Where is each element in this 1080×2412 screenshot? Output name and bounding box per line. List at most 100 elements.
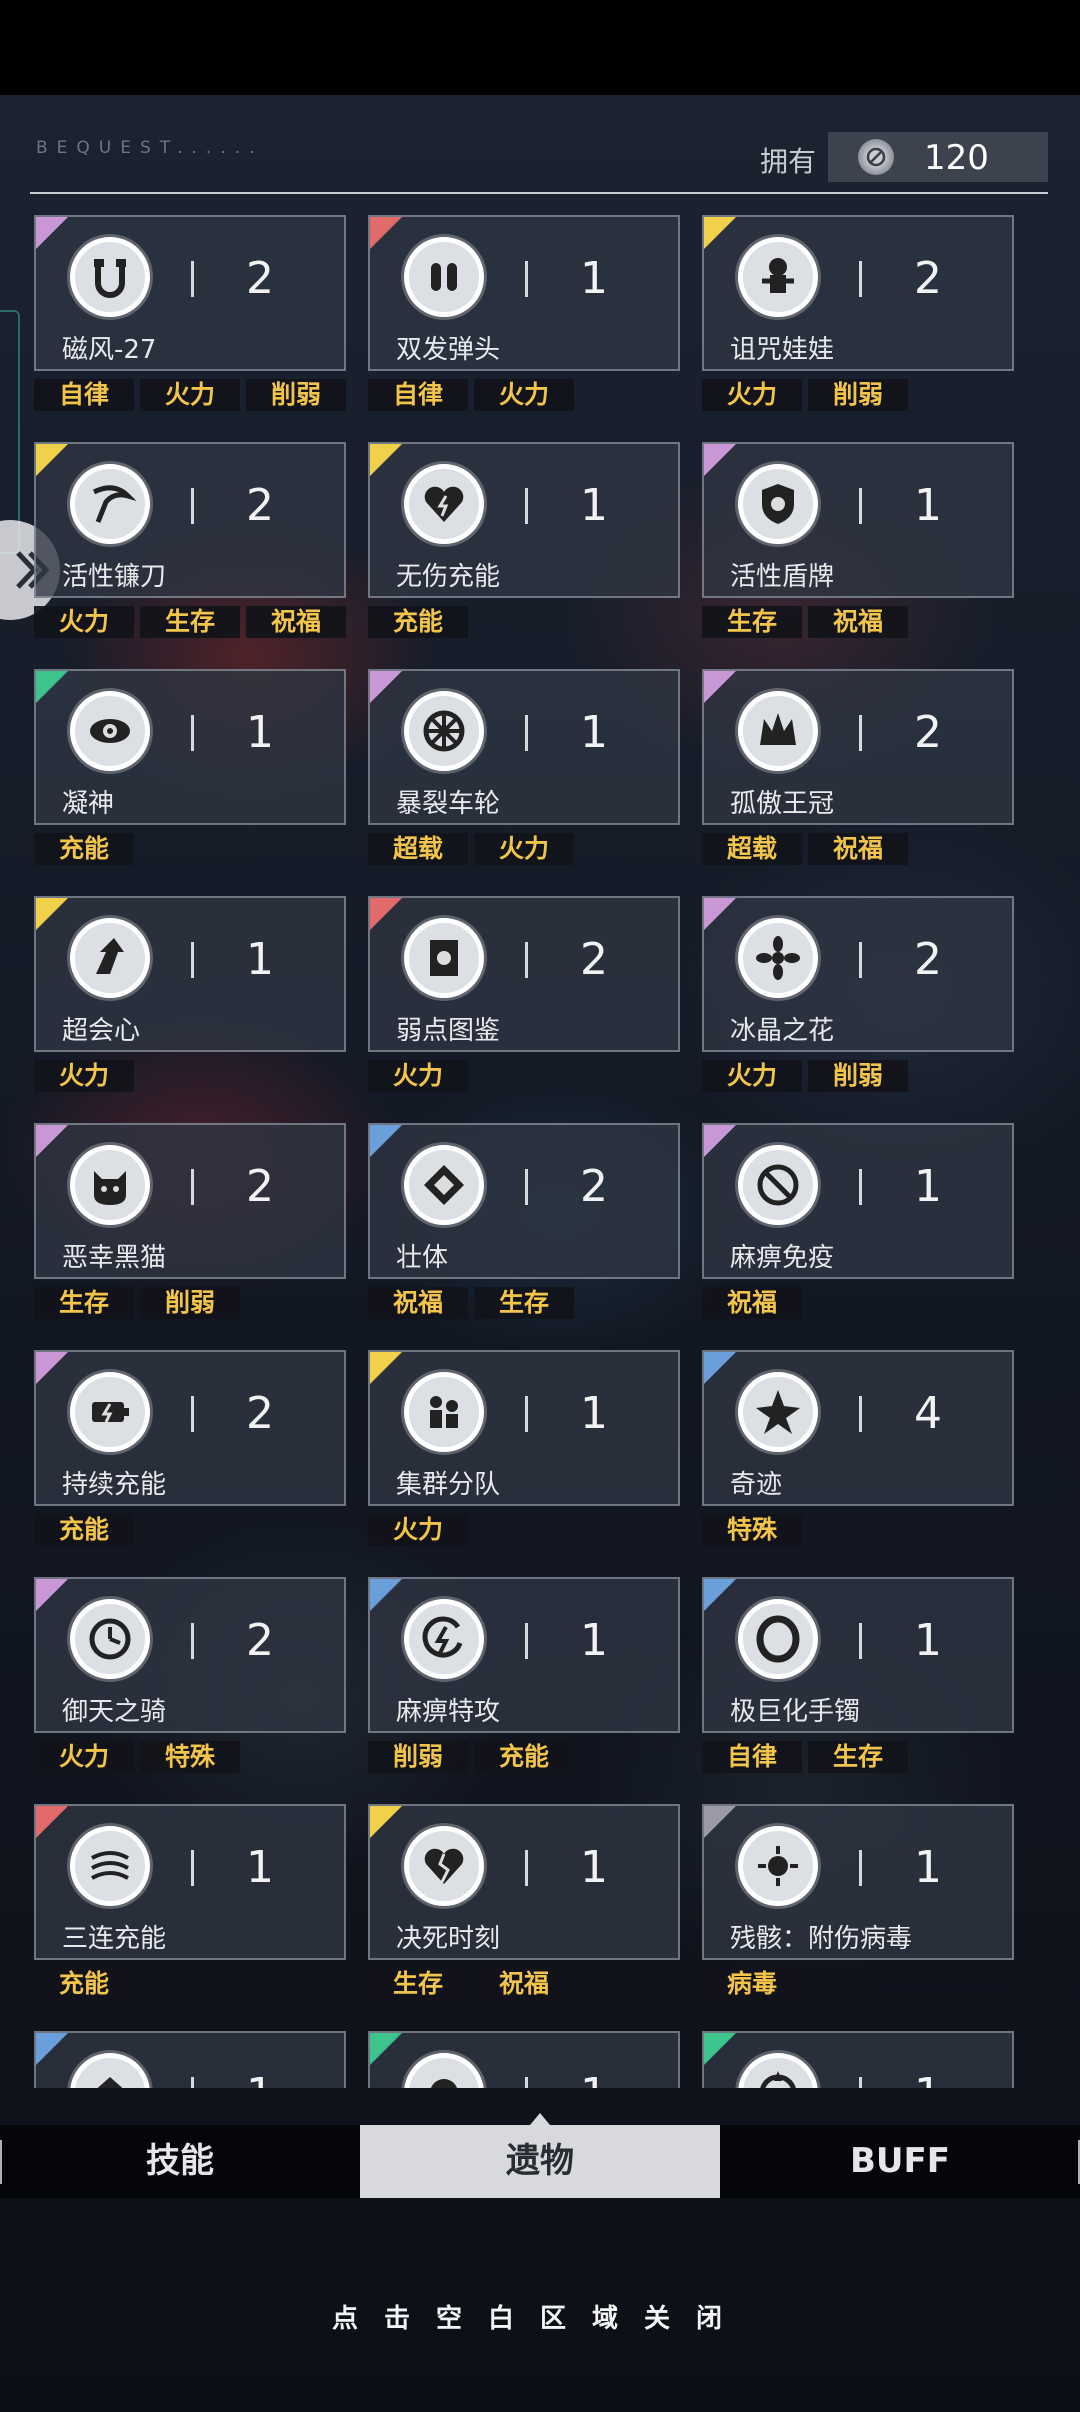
voodoo-doll-icon (738, 237, 818, 317)
relic-count: 2 (246, 1615, 274, 1666)
relic-tag: 削弱 (246, 379, 346, 411)
count-divider (525, 1169, 528, 1205)
relic-card[interactable]: 1 无伤充能 (368, 442, 680, 598)
relic-card[interactable]: 1 (34, 2031, 346, 2088)
tab-buff[interactable]: BUFF (720, 2125, 1080, 2198)
relic-card[interactable]: 1 (702, 2031, 1014, 2088)
rarity-marker (36, 1352, 68, 1384)
rarity-marker (370, 1806, 402, 1838)
relic-tag: 火力 (34, 606, 134, 638)
no-paralysis-icon (738, 1145, 818, 1225)
relic-card[interactable]: 2 弱点图鉴 (368, 896, 680, 1052)
relic-card[interactable]: 1 决死时刻 (368, 1804, 680, 1960)
relic-card[interactable]: 2 孤傲王冠 (702, 669, 1014, 825)
relic-card[interactable]: 2 冰晶之花 (702, 896, 1014, 1052)
count-divider (191, 488, 194, 524)
rarity-marker (704, 1352, 736, 1384)
count-divider (859, 261, 862, 297)
relic-name: 弱点图鉴 (396, 1016, 501, 1046)
relic-card[interactable]: 1 活性盾牌 (702, 442, 1014, 598)
relic-name: 双发弹头 (396, 335, 501, 365)
relic-card[interactable]: 1 凝神 (34, 669, 346, 825)
relic-card[interactable]: 1 超会心 (34, 896, 346, 1052)
relic-card[interactable]: 2 恶幸黑猫 (34, 1123, 346, 1279)
relic-tag: 充能 (34, 1514, 134, 1546)
scythe-icon (70, 464, 150, 544)
relic-count: 1 (914, 480, 942, 531)
rarity-marker (370, 444, 402, 476)
relic-tag: 特殊 (702, 1514, 802, 1546)
count-divider (859, 1850, 862, 1886)
relic-count: 2 (246, 480, 274, 531)
relic-card[interactable]: 1 (368, 2031, 680, 2088)
count-divider (525, 1850, 528, 1886)
count-divider (859, 2077, 862, 2088)
relic-count: 1 (580, 2069, 608, 2088)
relic-tag: 充能 (34, 1968, 134, 2000)
relic-name: 极巨化手镯 (730, 1697, 861, 1727)
relic-tag: 生存 (34, 1287, 134, 1319)
relic-card[interactable]: 1 双发弹头 (368, 215, 680, 371)
relic-card[interactable]: 2 持续充能 (34, 1350, 346, 1506)
triple-wave-icon (70, 1826, 150, 1906)
relic-count: 1 (914, 2069, 942, 2088)
header-divider (30, 192, 1048, 194)
relic-name: 麻痹免疫 (730, 1243, 835, 1273)
relic-name: 三连充能 (62, 1924, 167, 1954)
relic-card[interactable]: 2 壮体 (368, 1123, 680, 1279)
close-hint[interactable]: 点击空白区域关闭 (0, 2298, 1080, 2335)
tab-relic[interactable]: 遗物 (360, 2125, 720, 2198)
relic-card[interactable]: 1 暴裂车轮 (368, 669, 680, 825)
relic-name: 凝神 (62, 789, 115, 819)
crown-icon (738, 691, 818, 771)
count-divider (859, 1169, 862, 1205)
relic-count: 4 (914, 1388, 942, 1439)
relic-card[interactable]: 1 麻痹免疫 (702, 1123, 1014, 1279)
rarity-marker (704, 671, 736, 703)
relic-card[interactable]: 1 集群分队 (368, 1350, 680, 1506)
relic-card[interactable]: 2 磁风-27 (34, 215, 346, 371)
relic-grid[interactable]: 2 磁风-27 自律 火力 削弱 1 双发弹头 自律 火力 2 诅咒娃娃 火力 削弱 2 活性镰刀 火力 生存祝… (0, 215, 1080, 2088)
spike-ring-icon (738, 2053, 818, 2088)
relic-tag: 祝福 (702, 1287, 802, 1319)
count-divider (525, 261, 528, 297)
battery-icon (70, 1372, 150, 1452)
relic-tag: 火力 (702, 1060, 802, 1092)
bottom-tab-bar: 技能 遗物 BUFF (0, 2125, 1080, 2198)
relic-card[interactable]: 1 残骸：附伤病毒 (702, 1804, 1014, 1960)
relic-name: 无伤充能 (396, 562, 501, 592)
rarity-marker (704, 217, 736, 249)
relic-count: 2 (914, 707, 942, 758)
relic-tag: 生存 (808, 1741, 908, 1773)
rarity-marker (704, 1579, 736, 1611)
count-divider (859, 1623, 862, 1659)
relic-tag: 自律 (368, 379, 468, 411)
magnet-icon (70, 237, 150, 317)
relic-name: 孤傲王冠 (730, 789, 835, 819)
relic-card[interactable]: 2 诅咒娃娃 (702, 215, 1014, 371)
relic-count: 2 (914, 934, 942, 985)
relic-card[interactable]: 4 奇迹 (702, 1350, 1014, 1506)
relic-card[interactable]: 1 三连充能 (34, 1804, 346, 1960)
rarity-marker (704, 2033, 736, 2065)
relic-card[interactable]: 2 活性镰刀 (34, 442, 346, 598)
relic-name: 活性镰刀 (62, 562, 167, 592)
relic-tag: 生存 (474, 1287, 574, 1319)
tab-skill[interactable]: 技能 (0, 2125, 360, 2198)
relic-name: 活性盾牌 (730, 562, 835, 592)
relic-tag: 自律 (34, 379, 134, 411)
relic-card[interactable]: 1 极巨化手镯 (702, 1577, 1014, 1733)
relic-card[interactable]: 1 麻痹特攻 (368, 1577, 680, 1733)
relic-tag: 火力 (368, 1514, 468, 1546)
relic-tag: 祝福 (246, 606, 346, 638)
relic-count: 1 (246, 707, 274, 758)
relic-card[interactable]: 2 御天之骑 (34, 1577, 346, 1733)
ice-flower-icon (738, 918, 818, 998)
relic-name: 决死时刻 (396, 1924, 501, 1954)
relic-count: 1 (580, 253, 608, 304)
relic-count: 2 (580, 934, 608, 985)
eye-icon (70, 691, 150, 771)
relic-tag: 自律 (702, 1741, 802, 1773)
shield-icon (738, 464, 818, 544)
count-divider (191, 1169, 194, 1205)
